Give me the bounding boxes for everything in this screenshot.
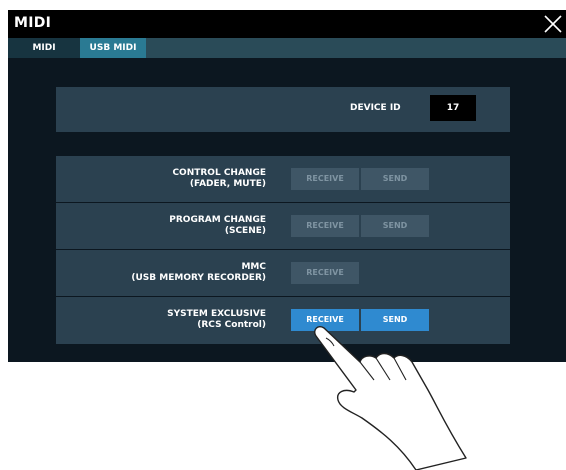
row-mmc: MMC (USB MEMORY RECORDER) RECEIVE xyxy=(56,250,510,296)
device-id-panel: DEVICE ID 17 xyxy=(56,87,510,132)
device-id-field[interactable]: 17 xyxy=(430,95,476,121)
row-label-line2: (SCENE) xyxy=(224,226,266,236)
program-change-send-button[interactable]: SEND xyxy=(361,215,429,237)
close-icon xyxy=(544,15,562,33)
row-label: MMC (USB MEMORY RECORDER) xyxy=(131,262,266,284)
row-label-line2: (RCS Control) xyxy=(197,320,266,330)
tab-midi[interactable]: MIDI xyxy=(8,38,80,58)
row-label-line2: (USB MEMORY RECORDER) xyxy=(131,273,266,283)
row-control-change: CONTROL CHANGE (FADER, MUTE) RECEIVE SEN… xyxy=(56,156,510,202)
close-button[interactable] xyxy=(542,13,564,35)
pointing-hand-icon xyxy=(314,326,467,470)
tab-usb-midi[interactable]: USB MIDI xyxy=(80,38,146,58)
row-label: PROGRAM CHANGE (SCENE) xyxy=(169,215,266,237)
program-change-receive-button[interactable]: RECEIVE xyxy=(291,215,359,237)
row-label-line2: (FADER, MUTE) xyxy=(189,179,266,189)
mmc-receive-button[interactable]: RECEIVE xyxy=(291,262,359,284)
row-label-line1: PROGRAM CHANGE xyxy=(169,215,266,225)
tab-bar: MIDI USB MIDI xyxy=(8,38,566,58)
device-id-label: DEVICE ID xyxy=(350,103,401,113)
title-bar: MIDI xyxy=(8,10,566,38)
control-change-receive-button[interactable]: RECEIVE xyxy=(291,168,359,190)
control-change-send-button[interactable]: SEND xyxy=(361,168,429,190)
row-label-line1: CONTROL CHANGE xyxy=(172,168,266,178)
row-label-line1: MMC xyxy=(241,262,266,272)
row-label: CONTROL CHANGE (FADER, MUTE) xyxy=(172,168,266,190)
row-label-line1: SYSTEM EXCLUSIVE xyxy=(167,309,266,319)
row-program-change: PROGRAM CHANGE (SCENE) RECEIVE SEND xyxy=(56,203,510,249)
midi-settings-list: CONTROL CHANGE (FADER, MUTE) RECEIVE SEN… xyxy=(56,156,510,344)
midi-window: MIDI MIDI USB MIDI DEVICE ID 17 CONTROL … xyxy=(8,10,566,362)
window-title: MIDI xyxy=(14,15,52,31)
row-label: SYSTEM EXCLUSIVE (RCS Control) xyxy=(167,309,266,331)
